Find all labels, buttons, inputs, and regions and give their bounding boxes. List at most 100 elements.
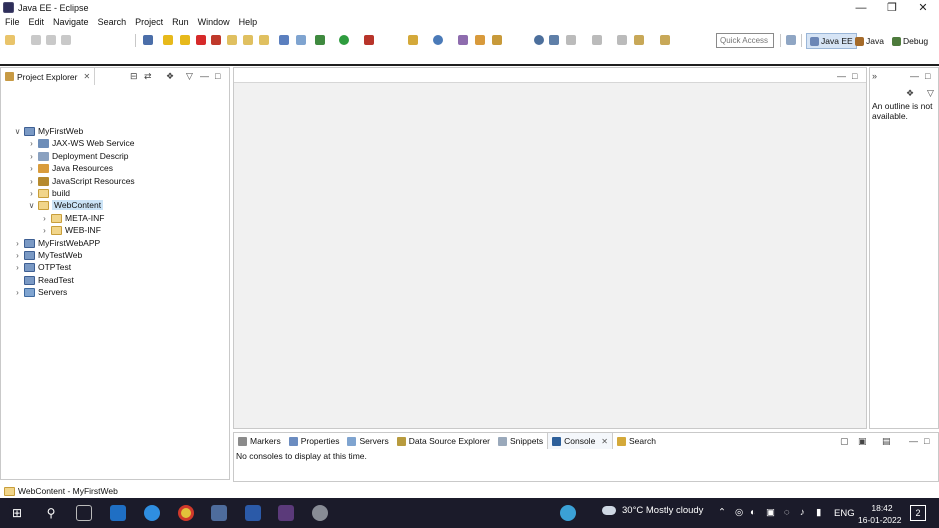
search-icon[interactable]: ⚲	[43, 505, 59, 521]
chevron-down-icon[interactable]: ∨	[13, 127, 22, 136]
collapse-all-icon[interactable]: ⊟	[130, 71, 138, 82]
tab-markers[interactable]: Markers	[234, 436, 285, 446]
tree-item-deployment-descriptor[interactable]: › Deployment Descrip	[27, 150, 128, 162]
pin-console-icon[interactable]: ▢	[840, 436, 849, 447]
chevron-right-icon[interactable]: ›	[13, 251, 22, 260]
help-icon[interactable]	[560, 505, 576, 521]
new-icon[interactable]	[5, 35, 15, 45]
debug-icon[interactable]	[315, 35, 325, 45]
chevron-right-icon[interactable]: ›	[27, 139, 36, 148]
close-tab-icon[interactable]: ✕	[83, 72, 90, 81]
eclipse-taskbar-icon[interactable]	[278, 505, 294, 521]
perspective-java-ee[interactable]: Java EE	[806, 33, 857, 49]
terminate-icon[interactable]	[196, 35, 206, 45]
minimize-view-icon[interactable]: —	[200, 71, 209, 81]
quick-access-input[interactable]	[716, 33, 774, 48]
step-into-icon[interactable]	[227, 35, 237, 45]
last-edit-icon[interactable]	[617, 35, 627, 45]
menu-file[interactable]: File	[0, 17, 24, 27]
restore-icon[interactable]: ❐	[876, 0, 908, 15]
volume-icon[interactable]: ♪	[800, 507, 805, 518]
minimize-icon[interactable]: —	[845, 0, 877, 15]
back-icon[interactable]	[634, 35, 644, 45]
new-java-class-icon[interactable]	[433, 35, 443, 45]
tree-item-jax-ws[interactable]: › JAX-WS Web Service	[27, 137, 134, 149]
clock-time[interactable]: 18:42	[866, 503, 898, 513]
windows-start-icon[interactable]: ⊞	[9, 505, 25, 521]
tree-item-myfirstwebapp[interactable]: › MyFirstWebAPP	[13, 237, 100, 249]
suspend-icon[interactable]	[180, 35, 190, 45]
open-type-icon[interactable]	[458, 35, 468, 45]
menu-window[interactable]: Window	[193, 17, 234, 27]
tree-item-webcontent[interactable]: ∨ WebContent	[27, 199, 104, 211]
maximize-editor-icon[interactable]: □	[852, 71, 857, 81]
edge-icon[interactable]	[144, 505, 160, 521]
notification-icon[interactable]: 2	[910, 505, 926, 521]
run-icon[interactable]	[339, 35, 349, 45]
web-browser-icon[interactable]	[549, 35, 559, 45]
open-console-icon[interactable]: ▤	[882, 436, 891, 447]
chevron-right-icon[interactable]: ›	[40, 226, 49, 235]
chevron-right-icon[interactable]: ›	[27, 177, 36, 186]
save-icon[interactable]	[31, 35, 41, 45]
tray-app-icon[interactable]: ◐	[750, 507, 756, 518]
tab-search[interactable]: Search	[613, 436, 660, 446]
menu-run[interactable]: Run	[167, 17, 193, 27]
tab-project-explorer[interactable]: Project Explorer ✕	[1, 68, 96, 85]
tab-servers[interactable]: Servers	[343, 436, 392, 446]
close-tab-icon[interactable]: ✕	[601, 437, 608, 446]
menu-project[interactable]: Project	[130, 17, 167, 27]
chevron-right-icon[interactable]: ›	[13, 239, 22, 248]
app-taskbar-icon[interactable]	[312, 505, 328, 521]
tree-item-web-inf[interactable]: › WEB-INF	[40, 224, 101, 236]
chevron-right-icon[interactable]: ›	[27, 152, 36, 161]
forward-icon[interactable]	[660, 35, 670, 45]
print-icon[interactable]	[61, 35, 71, 45]
weather-widget[interactable]: 30°C Mostly cloudy	[602, 505, 703, 516]
tree-item-mytestweb[interactable]: › MyTestWeb	[13, 249, 82, 261]
display-console-icon[interactable]: ▣	[858, 436, 867, 447]
tab-properties[interactable]: Properties	[285, 436, 344, 446]
maximize-console-icon[interactable]: □	[924, 436, 929, 446]
step-over-icon[interactable]	[243, 35, 253, 45]
outlook-icon[interactable]	[110, 505, 126, 521]
perspective-debug[interactable]: Debug	[889, 33, 931, 49]
toggle-icon[interactable]	[296, 35, 306, 45]
chrome-icon[interactable]	[178, 505, 194, 521]
new-server-icon[interactable]	[408, 35, 418, 45]
show-hidden-icons-icon[interactable]: ⌃	[718, 507, 726, 518]
minimize-editor-icon[interactable]: —	[837, 71, 846, 81]
tab-snippets[interactable]: Snippets	[494, 436, 547, 446]
menu-edit[interactable]: Edit	[24, 17, 49, 27]
chevron-right-icon[interactable]: ›	[27, 189, 36, 198]
previous-annotation-icon[interactable]	[592, 35, 602, 45]
show-hidden-views-icon[interactable]: »	[872, 71, 877, 81]
display-icon[interactable]: ▣	[766, 507, 775, 518]
chevron-right-icon[interactable]: ›	[27, 164, 36, 173]
chevron-right-icon[interactable]: ›	[13, 263, 22, 272]
clock-date[interactable]: 16-01-2022	[858, 515, 901, 525]
task-view-icon[interactable]	[76, 505, 92, 521]
disconnect-icon[interactable]	[211, 35, 221, 45]
step-return-icon[interactable]	[259, 35, 269, 45]
wifi-icon[interactable]: ◌	[784, 507, 790, 518]
external-tools-icon[interactable]	[364, 35, 374, 45]
outline-action-icon[interactable]: ❖	[906, 88, 914, 99]
tree-item-build[interactable]: › build	[27, 187, 70, 199]
view-menu-icon[interactable]: ▽	[186, 71, 193, 82]
chevron-down-icon[interactable]: ∨	[27, 201, 36, 210]
tree-item-servers[interactable]: › Servers	[13, 286, 67, 298]
perspective-java[interactable]: Java	[852, 33, 887, 49]
link-with-editor-icon[interactable]: ⇄	[144, 71, 152, 82]
tab-console[interactable]: Console ✕	[547, 433, 613, 449]
resume-icon[interactable]	[163, 35, 173, 45]
chevron-right-icon[interactable]: ›	[13, 288, 22, 297]
word-icon[interactable]	[245, 505, 261, 521]
tree-item-myfirstweb[interactable]: ∨ MyFirstWeb	[13, 125, 84, 137]
tree-item-readtest[interactable]: ReadTest	[13, 274, 74, 286]
language-indicator[interactable]: ENG	[834, 508, 855, 519]
open-task-icon[interactable]	[475, 35, 485, 45]
chevron-right-icon[interactable]: ›	[40, 214, 49, 223]
search-icon[interactable]	[492, 35, 502, 45]
open-console-icon[interactable]	[279, 35, 289, 45]
